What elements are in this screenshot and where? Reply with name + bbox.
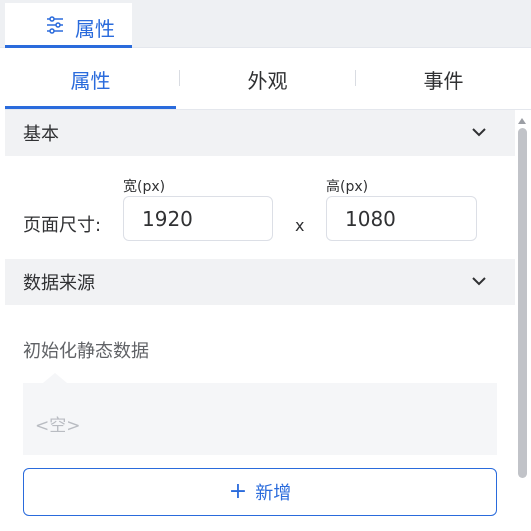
tab-properties-main[interactable]: 属性	[5, 3, 132, 48]
chevron-down-icon	[472, 277, 486, 286]
subtab-properties[interactable]: 属性	[5, 48, 176, 110]
subtab-appearance[interactable]: 外观	[180, 48, 355, 110]
properties-panel: 基本 宽(px) 高(px) 页面尺寸: x 数据来源 初始化静态数据 <空> …	[5, 110, 515, 531]
chevron-down-icon	[472, 128, 486, 137]
width-label: 宽(px)	[123, 179, 166, 195]
width-input[interactable]	[123, 196, 273, 241]
static-data-area[interactable]: <空>	[23, 383, 497, 455]
scrollbar-thumb[interactable]	[518, 128, 527, 478]
add-button[interactable]: + 新增	[23, 468, 497, 516]
top-tab-bar: 属性	[0, 0, 531, 48]
subtab-events[interactable]: 事件	[356, 48, 531, 110]
section-title-data-source: 数据来源	[23, 273, 95, 294]
subtab-bar: 属性 外观 事件	[5, 48, 531, 110]
empty-placeholder: <空>	[35, 416, 81, 436]
height-input[interactable]	[326, 196, 477, 241]
vertical-scrollbar[interactable]	[517, 114, 529, 528]
init-static-data-label: 初始化静态数据	[23, 341, 149, 362]
section-header-data-source[interactable]: 数据来源	[5, 259, 515, 305]
page-size-label: 页面尺寸:	[23, 215, 102, 236]
tab-properties-label: 属性	[75, 17, 115, 41]
plus-icon: +	[228, 479, 248, 504]
scroll-up-arrow-icon[interactable]	[518, 118, 526, 124]
add-button-label: 新增	[255, 483, 292, 504]
times-separator: x	[295, 216, 305, 235]
sliders-icon	[47, 16, 63, 34]
data-area-pointer	[43, 373, 67, 383]
height-label: 高(px)	[326, 179, 369, 195]
section-header-basic[interactable]: 基本	[5, 110, 515, 156]
section-title-basic: 基本	[23, 124, 59, 145]
